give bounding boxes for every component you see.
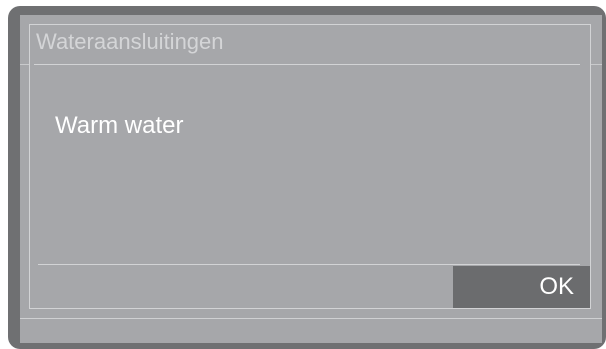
dialog-message: Warm water [55,112,184,139]
footer-divider [38,264,580,265]
ok-button[interactable]: OK [453,266,590,308]
dialog-panel: Wateraansluitingen Warm water OK [29,24,591,309]
right-edge-line [591,64,602,65]
left-edge-line [20,64,29,65]
bottom-strip-line [20,318,602,319]
title-divider [34,64,580,65]
dialog-title: Wateraansluitingen [36,29,224,54]
